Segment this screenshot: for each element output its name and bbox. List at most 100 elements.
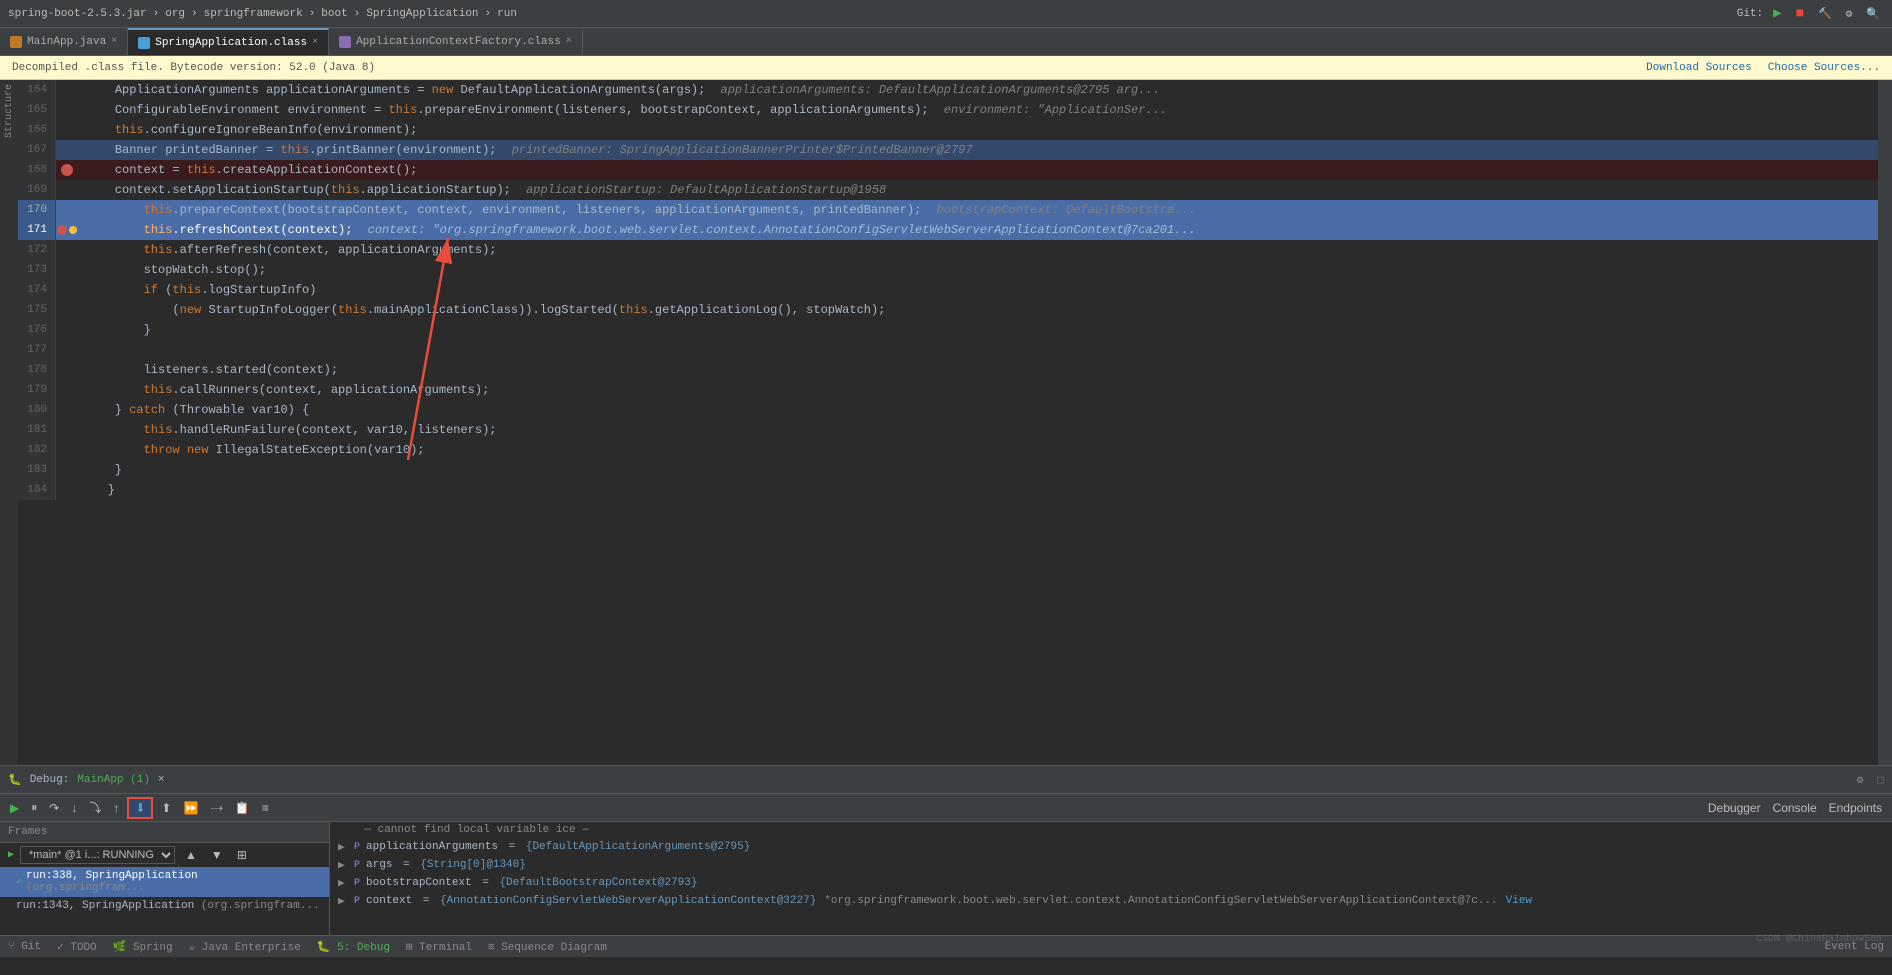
status-todo[interactable]: ✓ TODO — [57, 940, 97, 954]
evaluate-button[interactable]: 📋 — [231, 799, 254, 817]
status-git[interactable]: ⑂ Git — [8, 941, 41, 953]
debug-tab-icon: 🐛 — [8, 773, 22, 787]
breadcrumb-boot: boot — [321, 8, 347, 20]
step-into-button[interactable]: ↓ — [67, 799, 81, 817]
current-line-indicator — [69, 226, 77, 234]
code-line-179: 179 this.callRunners(context, applicatio… — [18, 380, 1878, 400]
code-line-166: 166 this.configureIgnoreBeanInfo(environ… — [18, 120, 1878, 140]
console-tab[interactable]: Console — [1769, 799, 1821, 817]
debug-content: Frames ▶ *main* @1 i...: RUNNING ▲ ▼ ⊞ ✓… — [0, 822, 1892, 935]
breadcrumb-class: SpringApplication — [366, 8, 478, 20]
code-line-167: 167 Banner printedBanner = this.printBan… — [18, 140, 1878, 160]
event-log[interactable]: Event Log — [1825, 941, 1884, 953]
search-button[interactable]: 🔍 — [1862, 5, 1884, 23]
var-item-appargs[interactable]: ▶ P applicationArguments = {DefaultAppli… — [330, 838, 1892, 856]
code-line-168: 168 context = this.createApplicationCont… — [18, 160, 1878, 180]
decompile-banner: Decompiled .class file. Bytecode version… — [0, 56, 1892, 80]
stop-button[interactable]: ■ — [1792, 4, 1808, 24]
close-tab-spring[interactable]: × — [312, 37, 318, 48]
debugger-tab[interactable]: Debugger — [1704, 799, 1765, 817]
banner-links: Download Sources Choose Sources... — [1646, 62, 1880, 74]
frames-header: Frames — [0, 822, 329, 843]
code-lines: 164 ApplicationArguments applicationArgu… — [18, 80, 1878, 500]
trace-button[interactable]: ≡ — [258, 799, 273, 817]
right-gutter — [1878, 80, 1892, 765]
status-java-enterprise[interactable]: ☕ Java Enterprise — [189, 940, 301, 954]
debug-label: Debug: — [30, 774, 70, 786]
var-type-icon: P — [354, 842, 360, 853]
tab-spring-application[interactable]: SpringApplication.class × — [128, 28, 329, 55]
var-item-context[interactable]: ▶ P context = {AnnotationConfigServletWe… — [330, 892, 1892, 910]
step-out-button[interactable]: ↑ — [109, 799, 123, 817]
thread-selector[interactable]: *main* @1 i...: RUNNING — [20, 846, 175, 864]
var-type-icon-context: P — [354, 896, 360, 907]
debug-toolbar: ▶ ⏸ ↷ ↓ ⤵ ↑ ⬇ ⬆ ⏩ ⤏ 📋 ≡ Debugger Console… — [0, 794, 1892, 822]
thread-down-button[interactable]: ▼ — [207, 846, 227, 864]
pause-button[interactable]: ⏸ — [27, 798, 41, 817]
code-line-184: 184 } — [18, 480, 1878, 500]
code-line-171: 171 this.refreshContext(context); contex… — [18, 220, 1878, 240]
code-line-173: 173 stopWatch.stop(); — [18, 260, 1878, 280]
smart-step-button[interactable]: ⏩ — [179, 799, 202, 817]
breadcrumb-org: org — [165, 8, 185, 20]
tab-label-factory: ApplicationContextFactory.class — [356, 36, 561, 48]
settings-icon[interactable]: ⚙ — [1842, 5, 1857, 23]
frames-panel: Frames ▶ *main* @1 i...: RUNNING ▲ ▼ ⊞ ✓… — [0, 822, 330, 935]
thread-row: ▶ *main* @1 i...: RUNNING ▲ ▼ ⊞ — [0, 843, 329, 867]
upload-button[interactable]: ⬆ — [157, 799, 175, 817]
var-view-link[interactable]: View — [1506, 895, 1532, 907]
code-line-165: 165 ConfigurableEnvironment environment … — [18, 100, 1878, 120]
settings-debug-icon[interactable]: ⚙ — [1857, 773, 1864, 787]
status-terminal[interactable]: ⊞ Terminal — [406, 940, 472, 954]
code-panel[interactable]: 164 ApplicationArguments applicationArgu… — [18, 80, 1878, 765]
project-label: spring-boot-2.5.3.jar — [8, 8, 147, 20]
step-over-button[interactable]: ↷ — [45, 799, 63, 817]
debug-app-label: MainApp (1) — [77, 774, 150, 786]
close-debug-tab[interactable]: × — [158, 774, 165, 786]
download-sources-link[interactable]: Download Sources — [1646, 62, 1752, 74]
code-line-178: 178 listeners.started(context); — [18, 360, 1878, 380]
breadcrumb-springframework: springframework — [204, 8, 303, 20]
code-line-174: 174 if (this.logStartupInfo) — [18, 280, 1878, 300]
run-to-cursor-button[interactable]: ⤏ — [206, 798, 226, 817]
code-line-176: 176 } — [18, 320, 1878, 340]
run-button[interactable]: ▶ — [1769, 3, 1785, 24]
var-context-detail: *org.springframework.boot.web.servlet.co… — [824, 895, 1497, 907]
var-item-bootstrap[interactable]: ▶ P bootstrapContext = {DefaultBootstrap… — [330, 874, 1892, 892]
thread-up-button[interactable]: ▲ — [181, 846, 201, 864]
breakpoint-171[interactable] — [57, 225, 67, 235]
status-sequence[interactable]: ≋ Sequence Diagram — [488, 940, 607, 954]
frame-item-0[interactable]: ✓ run:338, SpringApplication (org.spring… — [0, 867, 329, 897]
left-sidebar: Structure — [0, 80, 18, 765]
download-button-highlight[interactable]: ⬇ — [127, 797, 153, 819]
frame-item-1[interactable]: run:1343, SpringApplication (org.springf… — [0, 897, 329, 915]
status-debug[interactable]: 🐛 5: Debug — [317, 940, 390, 954]
class-icon-blue — [138, 37, 150, 49]
structure-label: Structure — [4, 84, 15, 138]
editor-area: Structure 164 ApplicationArguments appli… — [0, 80, 1892, 765]
frame-label-1: run:1343, SpringApplication (org.springf… — [16, 900, 320, 912]
top-toolbar: spring-boot-2.5.3.jar › org › springfram… — [0, 0, 1892, 28]
resume-button[interactable]: ▶ — [6, 799, 23, 817]
frame-label-0: run:338, SpringApplication (org.springfr… — [26, 870, 321, 894]
thread-filter-button[interactable]: ⊞ — [233, 846, 251, 864]
code-line-175: 175 (new StartupInfoLogger(this.mainAppl… — [18, 300, 1878, 320]
debug-panel: 🐛 Debug: MainApp (1) × ⚙ ⬚ ▶ ⏸ ↷ ↓ ⤵ ↑ ⬇… — [0, 765, 1892, 935]
tab-app-context-factory[interactable]: ApplicationContextFactory.class × — [329, 28, 583, 55]
java-icon — [10, 36, 22, 48]
download-btn[interactable]: ⬇ — [135, 801, 145, 815]
code-line-172: 172 this.afterRefresh(context, applicati… — [18, 240, 1878, 260]
status-spring[interactable]: 🌿 Spring — [113, 940, 173, 954]
var-item-args[interactable]: ▶ P args = {String[0]@1340} — [330, 856, 1892, 874]
close-tab-main[interactable]: × — [111, 36, 117, 47]
choose-sources-link[interactable]: Choose Sources... — [1768, 62, 1880, 74]
tab-main-app[interactable]: MainApp.java × — [0, 28, 128, 55]
debug-tab-bar: 🐛 Debug: MainApp (1) × ⚙ ⬚ — [0, 766, 1892, 794]
close-tab-factory[interactable]: × — [566, 36, 572, 47]
build-button[interactable]: 🔨 — [1814, 5, 1836, 23]
endpoints-tab[interactable]: Endpoints — [1825, 799, 1886, 817]
force-step-into-button[interactable]: ⤵ — [85, 797, 105, 818]
maximize-debug-icon[interactable]: ⬚ — [1877, 773, 1884, 787]
code-line-180: 180 } catch (Throwable var10) { — [18, 400, 1878, 420]
breakpoint-168[interactable] — [61, 164, 73, 176]
